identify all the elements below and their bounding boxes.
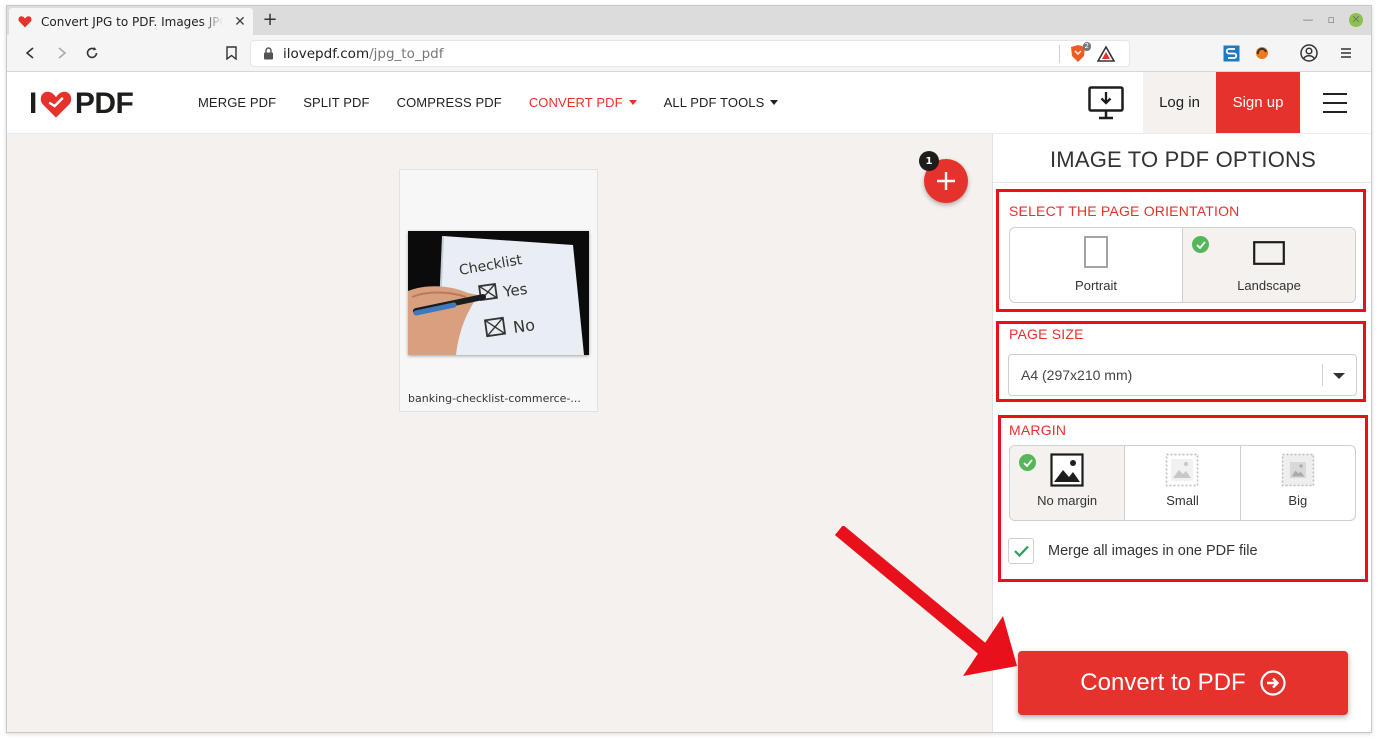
thumb-text-no: No xyxy=(512,315,536,337)
nav-all-pdf-tools-label: ALL PDF TOOLS xyxy=(663,95,765,110)
merge-label: Merge all images in one PDF file xyxy=(1048,543,1258,559)
forward-icon[interactable] xyxy=(53,44,71,62)
plus-icon xyxy=(937,172,955,190)
page-size-select[interactable]: A4 (297x210 mm) xyxy=(1008,354,1357,396)
portrait-label: Portrait xyxy=(1075,278,1117,293)
url-path: /jpg_to_pdf xyxy=(369,45,444,62)
small-margin-icon xyxy=(1165,453,1199,487)
signup-button[interactable]: Sign up xyxy=(1216,72,1300,133)
brave-shield-icon[interactable]: 2 xyxy=(1069,42,1091,63)
big-margin-option[interactable]: Big xyxy=(1241,446,1355,520)
extensions-row xyxy=(1223,44,1352,62)
selected-check-icon xyxy=(1019,454,1036,471)
lock-icon xyxy=(261,47,275,61)
small-margin-label: Small xyxy=(1166,493,1199,508)
address-bar[interactable]: ilovepdf.com/jpg_to_pdf 2 xyxy=(250,40,1130,67)
login-button[interactable]: Log in xyxy=(1143,72,1216,133)
file-name: banking-checklist-commerce-... xyxy=(408,392,581,405)
ilovepdf-logo[interactable]: I PDF xyxy=(29,87,134,121)
thumb-text-yes: Yes xyxy=(501,280,529,301)
bookmark-icon[interactable] xyxy=(222,44,240,62)
site-header: I PDF MERGE PDF SPLIT PDF COMPRESS PDF C… xyxy=(7,72,1371,134)
options-sidebar: IMAGE TO PDF OPTIONS SELECT THE PAGE ORI… xyxy=(992,134,1371,732)
browser-menu-icon[interactable] xyxy=(1340,47,1352,59)
convert-to-pdf-button[interactable]: Convert to PDF xyxy=(1018,651,1348,715)
page-size-value: A4 (297x210 mm) xyxy=(1021,367,1133,383)
nav-compress-pdf[interactable]: COMPRESS PDF xyxy=(397,95,502,110)
extension-swirl-icon[interactable] xyxy=(1254,45,1270,61)
no-margin-option[interactable]: No margin xyxy=(1010,446,1126,520)
brave-rewards-icon[interactable] xyxy=(1097,45,1115,62)
big-margin-icon xyxy=(1281,453,1315,487)
nav-convert-pdf[interactable]: CONVERT PDF xyxy=(529,95,637,110)
convert-label: Convert to PDF xyxy=(1080,669,1246,696)
big-margin-label: Big xyxy=(1288,493,1308,508)
nav-all-pdf-tools[interactable]: ALL PDF TOOLS xyxy=(664,95,779,110)
restore-icon[interactable]: ▫ xyxy=(1328,14,1335,26)
annotation-arrow-icon xyxy=(835,526,1017,676)
main-nav: MERGE PDF SPLIT PDF COMPRESS PDF CONVERT… xyxy=(198,95,805,110)
merge-images-checkbox-row[interactable]: Merge all images in one PDF file xyxy=(1008,538,1258,564)
url-extension-icons: 2 xyxy=(1069,42,1115,63)
file-count-badge: 1 xyxy=(919,151,939,171)
orientation-title: SELECT THE PAGE ORIENTATION xyxy=(1009,203,1240,219)
no-margin-icon xyxy=(1050,453,1084,487)
options-title: IMAGE TO PDF OPTIONS xyxy=(1049,147,1316,172)
page-size-title: PAGE SIZE xyxy=(1009,326,1084,342)
caret-down-icon xyxy=(628,100,637,105)
url-separator xyxy=(1059,45,1060,63)
browser-toolbar: ilovepdf.com/jpg_to_pdf 2 xyxy=(7,35,1371,72)
orientation-options: Portrait Landscape xyxy=(1009,227,1356,303)
account-icon[interactable] xyxy=(1300,44,1318,62)
file-card[interactable]: Checklist Yes No banking-checklist-comme… xyxy=(399,169,598,412)
nav-merge-pdf[interactable]: MERGE PDF xyxy=(198,95,276,110)
no-margin-label: No margin xyxy=(1037,493,1098,508)
chevron-down-icon xyxy=(1333,373,1345,379)
desktop-download-icon[interactable] xyxy=(1088,86,1124,120)
landscape-icon xyxy=(1253,241,1285,265)
window-controls: — ▫ ✕ xyxy=(1303,13,1363,27)
reload-icon[interactable] xyxy=(83,44,101,62)
margin-options: No margin Small Big xyxy=(1009,445,1356,521)
heart-favicon-icon xyxy=(17,14,33,30)
extension-s-icon[interactable] xyxy=(1223,45,1240,62)
window-close-icon[interactable]: ✕ xyxy=(1349,13,1363,27)
brave-badge: 2 xyxy=(1082,42,1091,51)
tab-strip: Convert JPG to PDF. Images JPG to PDF ✕ … xyxy=(7,6,1371,35)
tab-title: Convert JPG to PDF. Images JPG to PDF xyxy=(41,14,223,29)
portrait-icon xyxy=(1084,236,1108,268)
arrow-right-circle-icon xyxy=(1260,670,1286,696)
nav-convert-pdf-label: CONVERT PDF xyxy=(528,95,623,110)
tab-close-icon[interactable]: ✕ xyxy=(233,14,247,30)
file-thumbnail-image: Checklist Yes No xyxy=(408,231,589,355)
margin-title: MARGIN xyxy=(1009,422,1067,438)
caret-down-icon xyxy=(770,100,779,105)
back-icon[interactable] xyxy=(21,44,39,62)
portrait-option[interactable]: Portrait xyxy=(1010,228,1183,302)
selected-check-icon xyxy=(1192,236,1209,253)
logo-text-i: I xyxy=(29,87,37,120)
new-tab-button[interactable]: + xyxy=(260,10,280,30)
title-divider xyxy=(993,182,1371,183)
minimize-icon[interactable]: — xyxy=(1303,14,1314,26)
logo-text-pdf: PDF xyxy=(74,87,134,120)
landscape-option[interactable]: Landscape xyxy=(1183,228,1355,302)
url-domain: ilovepdf.com xyxy=(283,45,370,62)
logo-heart-icon xyxy=(39,89,73,119)
hamburger-menu-icon[interactable] xyxy=(1323,93,1347,113)
landscape-label: Landscape xyxy=(1237,278,1301,293)
select-separator xyxy=(1322,364,1323,386)
browser-window: Convert JPG to PDF. Images JPG to PDF ✕ … xyxy=(6,5,1372,733)
small-margin-option[interactable]: Small xyxy=(1125,446,1241,520)
browser-tab[interactable]: Convert JPG to PDF. Images JPG to PDF ✕ xyxy=(9,8,253,35)
nav-split-pdf[interactable]: SPLIT PDF xyxy=(303,95,369,110)
